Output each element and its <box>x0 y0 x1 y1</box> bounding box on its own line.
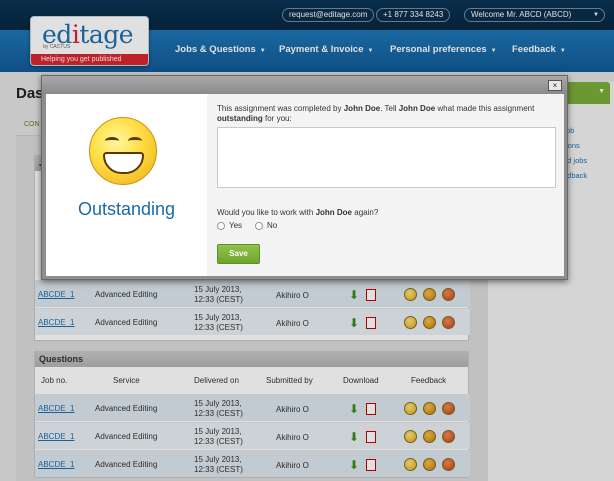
radio-circle-icon <box>255 221 263 230</box>
close-button[interactable]: × <box>548 80 562 91</box>
feedback-modal: × Outstanding This assignment was comple… <box>41 75 568 280</box>
outstanding-smiley-icon <box>89 117 157 185</box>
modal-title-bar: × <box>42 76 567 94</box>
radio-yes[interactable]: Yes <box>217 221 242 230</box>
radio-no[interactable]: No <box>255 221 277 230</box>
rating-panel: Outstanding <box>46 94 207 276</box>
feedback-textarea[interactable] <box>217 127 556 188</box>
rating-label: Outstanding <box>77 199 176 219</box>
close-icon: × <box>552 81 558 90</box>
work-again-question: Would you like to work with John Doe aga… <box>217 208 379 217</box>
radio-circle-icon <box>217 221 225 230</box>
feedback-form: This assignment was completed by John Do… <box>207 94 564 276</box>
save-button[interactable]: Save <box>217 244 260 264</box>
feedback-prompt: This assignment was completed by John Do… <box>217 104 535 123</box>
